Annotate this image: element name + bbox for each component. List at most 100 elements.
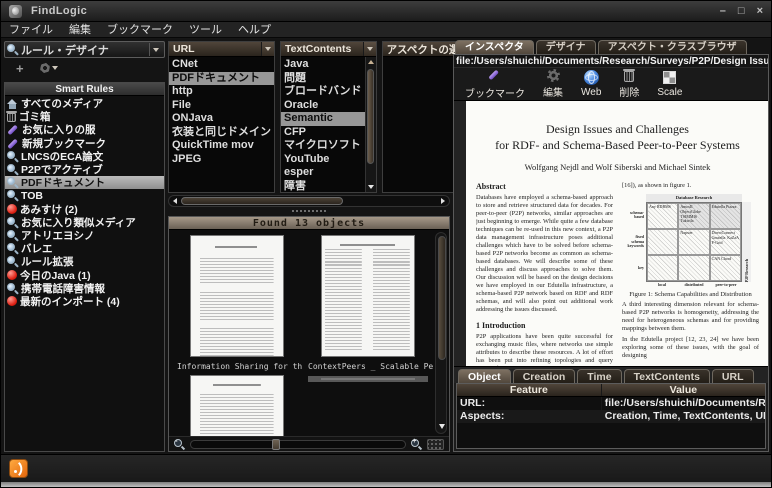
filter-item[interactable]: PDFドキュメント	[169, 72, 274, 86]
sidebar-item[interactable]: 新規ブックマーク	[5, 137, 164, 150]
toolbar-button[interactable]: Web	[572, 69, 610, 99]
chevron-down-icon[interactable]	[261, 42, 274, 56]
scroll-down-icon[interactable]	[439, 424, 445, 429]
view-selector-dropdown[interactable]: ルール・デザイナ	[4, 41, 165, 58]
paper-title: Design Issues and Challenges for RDF- an…	[466, 121, 768, 153]
filter-item[interactable]: http	[169, 85, 274, 99]
textcontents-filter-list: Java問題ブロードバンドOracleSemanticCFPマイクロソフトYou…	[281, 57, 365, 192]
filter-item[interactable]: Java	[281, 58, 365, 72]
detail-tab[interactable]: Time	[577, 369, 621, 383]
detail-tab[interactable]: Creation	[513, 369, 576, 383]
detail-tab[interactable]: URL	[712, 369, 754, 383]
result-thumbnail[interactable]	[302, 236, 433, 360]
sidebar-item-label: PDFドキュメント	[21, 175, 105, 190]
sidebar-item[interactable]: アトリエヨシノ	[5, 229, 164, 242]
sidebar-item[interactable]: PDFドキュメント	[5, 176, 164, 189]
filter-item[interactable]: 衣装と同じドメイン	[169, 126, 274, 140]
filter-item[interactable]: File	[169, 99, 274, 113]
sidebar-item[interactable]: TOB	[5, 189, 164, 202]
zoom-in-icon[interactable]: +	[411, 439, 422, 450]
toolbar-button[interactable]: Scale	[648, 69, 691, 99]
add-rule-button[interactable]: +	[16, 62, 24, 75]
vertical-scrollbar[interactable]	[365, 57, 376, 192]
window-resize-edge[interactable]	[1, 482, 771, 487]
view-toggle-button[interactable]	[427, 439, 444, 450]
sidebar-item[interactable]: あみすけ (2)	[5, 203, 164, 216]
filter-item[interactable]: CFP	[281, 126, 365, 140]
sidebar-item[interactable]: お気に入りの服	[5, 123, 164, 136]
document-preview: Design Issues and Challenges for RDF- an…	[454, 101, 768, 367]
paper-authors: Wolfgang Nejdl and Wolf Siberski and Mic…	[466, 162, 768, 172]
scroll-up-icon[interactable]	[368, 60, 374, 64]
menu-item[interactable]: ブックマーク	[99, 22, 181, 38]
menu-item[interactable]: 編集	[61, 22, 99, 38]
filter-item[interactable]: YouTube	[281, 153, 365, 167]
menu-item[interactable]: ファイル	[1, 22, 61, 38]
table-row[interactable]: Aspects: Creation, Time, TextContents, U…	[457, 410, 765, 423]
zoom-slider-thumb[interactable]	[272, 439, 280, 450]
filter-item[interactable]: Oracle	[281, 99, 365, 113]
inspector-tab[interactable]: インスペクタ	[455, 40, 534, 54]
detail-tab[interactable]: TextContents	[624, 369, 710, 383]
gear-icon	[547, 69, 560, 82]
zoom-slider[interactable]	[190, 440, 406, 449]
filter-item[interactable]: 問題	[281, 72, 365, 86]
table-row[interactable]: URL: file:/Users/shuichi/Documents/R...	[457, 397, 765, 410]
sidebar-item[interactable]: ゴミ箱	[5, 110, 164, 123]
splitter-handle[interactable]	[168, 207, 450, 214]
filter-item[interactable]: QuickTime mov	[169, 139, 274, 153]
zoom-out-icon[interactable]: -	[174, 439, 185, 450]
sidebar-item[interactable]: P2Pでアクティブ	[5, 163, 164, 176]
filter-item[interactable]: 障害	[281, 180, 365, 193]
chevron-down-icon[interactable]	[363, 42, 376, 56]
result-thumbnail[interactable]	[171, 376, 302, 436]
detail-tab[interactable]: Object	[458, 369, 511, 383]
horizontal-scrollbar[interactable]	[168, 195, 450, 207]
menu-item[interactable]: ヘルプ	[230, 22, 279, 38]
magnifier-icon	[7, 243, 18, 254]
filter-item[interactable]: ブロードバンド	[281, 85, 365, 99]
minimize-button[interactable]: –	[720, 6, 726, 17]
result-thumbnail-selected[interactable]	[302, 376, 433, 436]
scrollbar-thumb[interactable]	[438, 236, 446, 360]
menu-item[interactable]: ツール	[181, 22, 230, 38]
chevron-down-icon[interactable]	[149, 43, 162, 56]
scrollbar-thumb[interactable]	[181, 197, 343, 205]
toolbar-button[interactable]: ブックマーク	[456, 69, 534, 99]
inspector-toolbar: ブックマーク 編集 Web	[454, 68, 768, 101]
sidebar-item[interactable]: ルール拡張	[5, 255, 164, 268]
rss-icon[interactable]	[9, 459, 28, 478]
sidebar-item[interactable]: 最新のインポート (4)	[5, 295, 164, 308]
close-button[interactable]: ×	[757, 6, 763, 17]
scroll-left-icon[interactable]	[169, 198, 181, 204]
textcontents-column-dropdown[interactable]: TextContents	[281, 42, 376, 57]
magnifier-icon	[7, 217, 18, 228]
vertical-scrollbar[interactable]	[435, 232, 447, 434]
filter-item[interactable]: マイクロソフト	[281, 139, 365, 153]
filter-item[interactable]: esper	[281, 166, 365, 180]
filter-item[interactable]: JPEG	[169, 153, 274, 167]
inspector-tab[interactable]: デザイナ	[536, 40, 596, 54]
gear-icon	[40, 63, 50, 73]
maximize-button[interactable]: □	[738, 6, 745, 17]
result-thumbnail[interactable]	[171, 236, 302, 360]
magnifier-icon	[7, 44, 18, 55]
scrollbar-thumb[interactable]	[367, 69, 374, 164]
url-column-dropdown[interactable]: URL	[169, 42, 274, 57]
toolbar-button[interactable]: 編集	[534, 69, 572, 99]
sidebar-item[interactable]: 携帯電話障害情報	[5, 282, 164, 295]
filter-item[interactable]: CNet	[169, 58, 274, 72]
filter-item[interactable]: Semantic	[281, 112, 365, 126]
sidebar-item[interactable]: LNCSのECA論文	[5, 150, 164, 163]
toolbar-button-label: ブックマーク	[465, 85, 525, 100]
sidebar-item[interactable]: バレエ	[5, 242, 164, 255]
scroll-right-icon[interactable]	[437, 198, 449, 204]
actions-menu-button[interactable]	[40, 63, 58, 73]
inspector-tab[interactable]: アスペクト・クラスブラウザ	[598, 40, 747, 54]
sidebar-item[interactable]: お気に入り類似メディア	[5, 216, 164, 229]
toolbar-button[interactable]: 削除	[610, 69, 648, 99]
sidebar-item[interactable]: すべてのメディア	[5, 97, 164, 110]
sidebar-item[interactable]: 今日のJava (1)	[5, 268, 164, 281]
filter-item[interactable]: ONJava	[169, 112, 274, 126]
scroll-down-icon[interactable]	[368, 185, 374, 189]
